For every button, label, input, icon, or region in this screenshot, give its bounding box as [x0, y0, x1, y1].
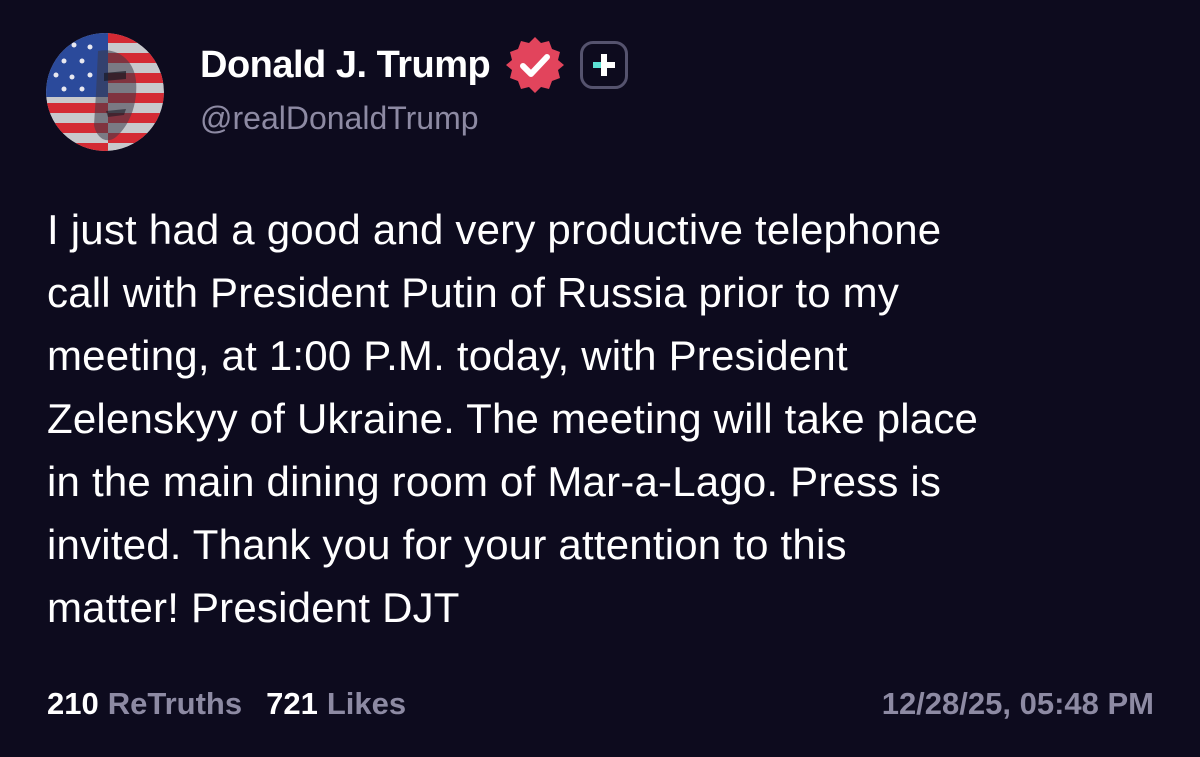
retruths-count: 210: [47, 686, 99, 721]
avatar-image: [46, 33, 164, 151]
post-body: I just had a good and very productive te…: [47, 198, 1157, 639]
author-row: Donald J. Trump: [200, 37, 629, 93]
verified-badge-icon: [504, 34, 566, 96]
likes-count: 721: [266, 686, 318, 721]
post-body-line: matter! President DJT: [47, 584, 460, 631]
author-handle[interactable]: @realDonaldTrump: [200, 100, 479, 137]
post-body-line: call with President Putin of Russia prio…: [47, 269, 900, 316]
truth-post: Donald J. Trump @realDonaldTrump I just …: [0, 0, 1200, 757]
retruths-label: ReTruths: [107, 686, 243, 721]
post-body-line: in the main dining room of Mar-a-Lago. P…: [47, 458, 942, 505]
post-body-line: invited. Thank you for your attention to…: [47, 521, 847, 568]
post-stats: 210 ReTruths 721 Likes: [47, 686, 430, 722]
author-display-name[interactable]: Donald J. Trump: [200, 44, 491, 87]
likes-label: Likes: [326, 686, 407, 721]
post-timestamp: 12/28/25, 05:48 PM: [881, 686, 1154, 721]
avatar[interactable]: [46, 33, 164, 151]
likes-stat[interactable]: 721 Likes: [266, 686, 406, 722]
plus-icon[interactable]: [580, 41, 629, 89]
post-body-line: Zelenskyy of Ukraine. The meeting will t…: [47, 395, 979, 442]
post-body-line: I just had a good and very productive te…: [47, 206, 942, 253]
retruths-stat[interactable]: 210 ReTruths: [47, 686, 242, 722]
post-body-line: meeting, at 1:00 P.M. today, with Presid…: [47, 332, 848, 379]
